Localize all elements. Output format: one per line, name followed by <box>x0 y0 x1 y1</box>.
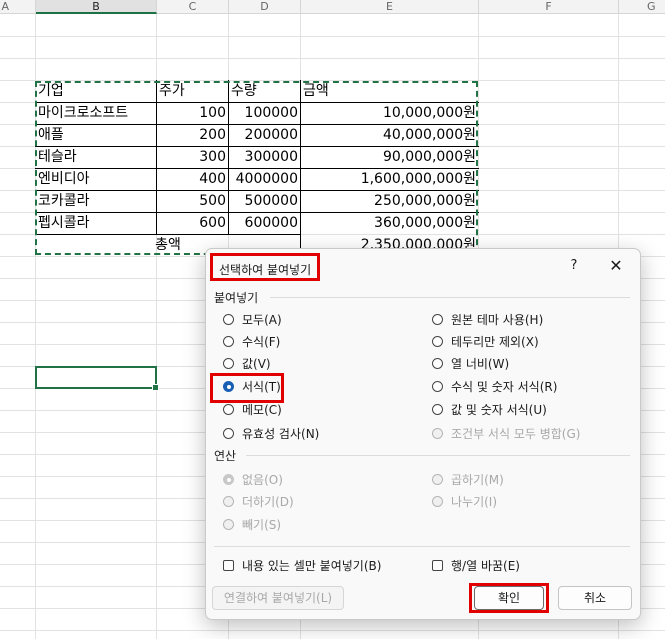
radio-label: 없음(O) <box>242 473 283 487</box>
radio-label: 서식(T) <box>242 380 281 394</box>
checkbox-label: 행/열 바꿈(E) <box>451 559 520 573</box>
table-cell[interactable]: 1,600,000,000원 <box>301 168 478 190</box>
radio-indicator <box>432 404 443 415</box>
table-cell[interactable]: 40,000,000원 <box>301 124 478 146</box>
table-cell[interactable]: 애플 <box>36 124 156 146</box>
checkbox-box <box>223 560 234 571</box>
radio-label: 나누기(I) <box>451 495 498 509</box>
table-cell[interactable]: 400 <box>157 168 228 190</box>
table-cell[interactable]: 테슬라 <box>36 146 156 168</box>
paste-group-label: 붙여넣기 <box>214 291 259 305</box>
radio-label: 수식(F) <box>242 335 281 349</box>
radio-label: 값(V) <box>242 357 271 371</box>
active-cell-selection[interactable] <box>35 366 159 391</box>
column-header-c[interactable]: C <box>157 0 229 14</box>
table-cell[interactable]: 300000 <box>229 146 300 168</box>
radio-label: 값 및 숫자 서식(U) <box>451 403 547 417</box>
table-cell[interactable]: 100000 <box>229 102 300 124</box>
radio-indicator <box>223 336 234 347</box>
table-cell[interactable]: 마이크로소프트 <box>36 102 156 124</box>
header-price[interactable]: 주가 <box>157 80 228 102</box>
table-cell[interactable]: 300 <box>157 146 228 168</box>
table-cell[interactable]: 엔비디아 <box>36 168 156 190</box>
table-cell[interactable]: 250,000,000원 <box>301 190 478 212</box>
table-cell[interactable]: 펩시콜라 <box>36 212 156 234</box>
column-header-b[interactable]: B <box>36 0 157 14</box>
header-quantity[interactable]: 수량 <box>229 80 300 102</box>
table-cell[interactable]: 600 <box>157 212 228 234</box>
radio-indicator <box>223 314 234 325</box>
checkbox-label: 내용 있는 셀만 붙여넣기(B) <box>242 559 382 573</box>
paste-special-dialog: 선택하여 붙여넣기 ? ✕ 붙여넣기 모두(A) 수식(F) 값(V) 서식(T… <box>205 248 641 620</box>
radio-label: 테두리만 제외(X) <box>451 335 539 349</box>
table-cell[interactable]: 500000 <box>229 190 300 212</box>
radio-indicator <box>432 496 443 507</box>
column-header-f[interactable]: F <box>479 0 619 14</box>
checkbox-box <box>432 560 443 571</box>
table-cell[interactable]: 코카콜라 <box>36 190 156 212</box>
radio-label: 원본 테마 사용(H) <box>451 313 544 327</box>
table-cell[interactable]: 10,000,000원 <box>301 102 478 124</box>
cancel-button[interactable]: 취소 <box>558 586 632 610</box>
radio-label: 빼기(S) <box>242 518 282 532</box>
column-header-d[interactable]: D <box>229 0 301 14</box>
radio-indicator <box>223 358 234 369</box>
radio-label: 유효성 검사(N) <box>242 427 320 441</box>
radio-label: 더하기(D) <box>242 495 294 509</box>
radio-indicator <box>432 336 443 347</box>
table-cell[interactable]: 360,000,000원 <box>301 212 478 234</box>
column-header-a[interactable]: A <box>0 0 36 14</box>
radio-label: 모두(A) <box>242 313 282 327</box>
table-cell[interactable]: 100 <box>157 102 228 124</box>
radio-indicator <box>432 314 443 325</box>
radio-indicator-selected <box>223 474 234 485</box>
table-cell[interactable]: 600000 <box>229 212 300 234</box>
radio-indicator-selected <box>223 381 234 392</box>
help-button[interactable]: ? <box>562 255 586 277</box>
close-icon[interactable]: ✕ <box>604 255 628 277</box>
radio-indicator <box>223 428 234 439</box>
radio-label: 곱하기(M) <box>451 473 504 487</box>
radio-label: 열 너비(W) <box>451 357 510 371</box>
paste-link-button[interactable]: 연결하여 붙여넣기(L) <box>212 586 344 610</box>
radio-indicator <box>432 381 443 392</box>
table-cell[interactable]: 200000 <box>229 124 300 146</box>
radio-label: 메모(C) <box>242 403 282 417</box>
radio-indicator <box>223 519 234 530</box>
radio-indicator <box>432 358 443 369</box>
dialog-title: 선택하여 붙여넣기 <box>210 253 321 281</box>
column-header-e[interactable]: E <box>301 0 479 14</box>
column-header-g[interactable]: G <box>619 0 665 14</box>
header-company[interactable]: 기업 <box>36 80 156 102</box>
radio-label: 수식 및 숫자 서식(R) <box>451 380 558 394</box>
radio-indicator <box>432 428 443 439</box>
table-cell[interactable]: 500 <box>157 190 228 212</box>
header-amount[interactable]: 금액 <box>301 80 478 102</box>
table-cell[interactable]: 4000000 <box>229 168 300 190</box>
radio-indicator <box>223 404 234 415</box>
radio-indicator <box>432 474 443 485</box>
table-cell[interactable]: 200 <box>157 124 228 146</box>
operation-group-label: 연산 <box>214 449 237 463</box>
radio-label: 조건부 서식 모두 병합(G) <box>451 427 581 441</box>
ok-button[interactable]: 확인 <box>474 586 544 610</box>
radio-indicator <box>223 496 234 507</box>
table-cell[interactable]: 90,000,000원 <box>301 146 478 168</box>
